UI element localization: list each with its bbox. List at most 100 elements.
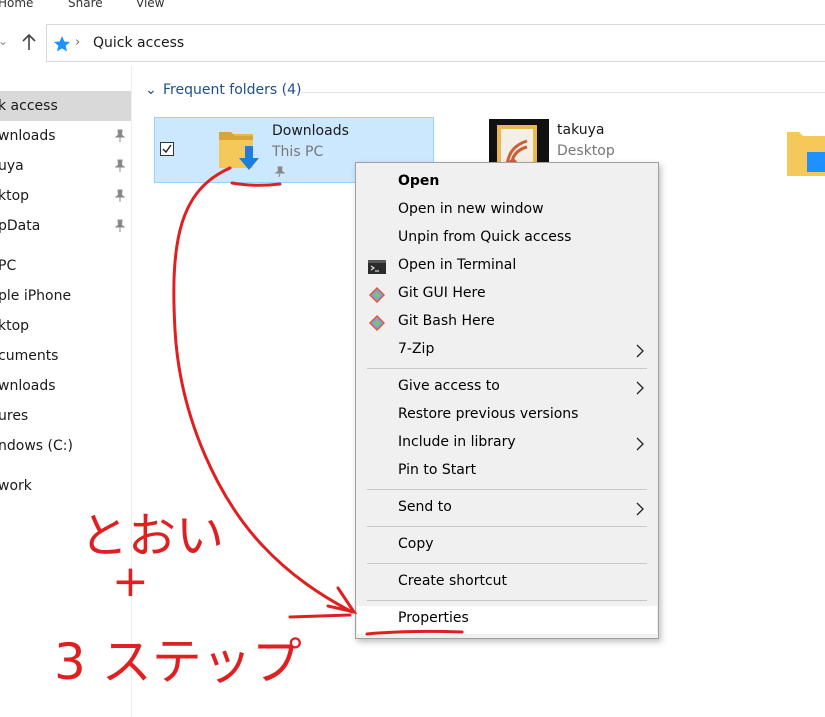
address-bar-row: ⌄ › Quick access (0, 22, 825, 66)
annotation-text-line2: + (112, 556, 149, 607)
sidebar-item-label: ktop (0, 318, 30, 334)
sidebar-item-label: pData (0, 218, 41, 234)
collapse-chevron-icon[interactable]: ⌄ (145, 82, 157, 98)
menu-item-label: Give access to (398, 378, 500, 394)
annotation-text-line1: とおい (80, 508, 225, 564)
menu-item-label: Properties (398, 610, 469, 626)
menu-item-label: Create shortcut (398, 573, 508, 589)
sidebar-item-windows-c[interactable]: ndows (C:) (0, 431, 131, 461)
menu-item-open[interactable]: Open (357, 169, 657, 197)
sidebar-item-label: PC (0, 258, 17, 274)
menu-separator (367, 526, 647, 527)
sidebar-item-documents[interactable]: cuments (0, 341, 131, 371)
recent-locations-chevron-icon[interactable]: ⌄ (0, 34, 8, 48)
sidebar-item-takuya[interactable]: uya (0, 151, 131, 181)
menu-separator (367, 368, 647, 369)
address-bar[interactable]: › Quick access (46, 24, 825, 62)
menu-item-label: Unpin from Quick access (398, 229, 572, 245)
menu-item-pin-to-start[interactable]: Pin to Start (357, 458, 657, 486)
pin-icon (114, 129, 126, 142)
tile-location: This PC (272, 144, 324, 160)
sidebar-item-label: ple iPhone (0, 288, 72, 304)
sidebar-item-label: wnloads (0, 378, 56, 394)
breadcrumb-separator-icon[interactable]: › (75, 35, 80, 50)
menu-item-label: Copy (398, 536, 434, 552)
folder-tile-partial[interactable] (781, 122, 825, 188)
sidebar-item-label: ndows (C:) (0, 438, 73, 454)
annotation-text-line3: 3 ステップ (54, 633, 302, 691)
sidebar-item-label: wnloads (0, 128, 56, 144)
tile-name: Downloads (272, 123, 349, 139)
menu-item-unpin-from-quick-access[interactable]: Unpin from Quick access (357, 225, 657, 253)
sidebar-item-label: ures (0, 408, 29, 424)
context-menu: Open Open in new window Unpin from Quick… (355, 162, 659, 639)
group-header-label: Frequent folders (4) (163, 82, 302, 98)
menu-item-label: Open (398, 173, 440, 189)
menu-item-restore-previous-versions[interactable]: Restore previous versions (357, 402, 657, 430)
checkmark-icon (162, 144, 172, 154)
submenu-arrow-icon (636, 502, 644, 516)
menu-separator (367, 563, 647, 564)
menu-item-label: Restore previous versions (398, 406, 579, 422)
menu-item-label: Git Bash Here (398, 313, 495, 329)
git-gui-icon (369, 287, 385, 303)
sidebar-item-desktop-pinned[interactable]: ktop (0, 181, 131, 211)
sidebar-item-desktop[interactable]: ktop (0, 311, 131, 341)
quick-access-star-icon (54, 36, 70, 52)
menu-item-label: Open in new window (398, 201, 544, 217)
downloads-folder-icon (219, 132, 259, 170)
menu-item-git-bash-here[interactable]: Git Bash Here (357, 309, 657, 337)
menu-item-include-in-library[interactable]: Include in library (357, 430, 657, 458)
menu-item-label: 7-Zip (398, 341, 435, 357)
pin-icon (114, 189, 126, 202)
tile-name: takuya (557, 122, 605, 138)
sidebar-item-appdata[interactable]: pData (0, 211, 131, 241)
menu-item-git-gui-here[interactable]: Git GUI Here (357, 281, 657, 309)
menu-item-label: Pin to Start (398, 462, 477, 478)
sidebar-item-apple-iphone[interactable]: ple iPhone (0, 281, 131, 311)
submenu-arrow-icon (636, 437, 644, 451)
sidebar-item-quick-access[interactable]: k access (0, 91, 131, 121)
pin-icon (114, 159, 126, 172)
menu-item-open-in-terminal[interactable]: Open in Terminal (357, 253, 657, 281)
breadcrumb-quick-access[interactable]: Quick access (93, 35, 184, 51)
pin-icon (275, 166, 286, 178)
selection-checkbox[interactable] (160, 142, 174, 156)
ribbon-tab-home[interactable]: Home (0, 0, 33, 10)
folder-icon (787, 132, 825, 176)
sidebar-item-downloads-pinned[interactable]: wnloads (0, 121, 131, 151)
menu-item-create-shortcut[interactable]: Create shortcut (357, 569, 657, 597)
menu-item-label: Include in library (398, 434, 516, 450)
ribbon-tab-view[interactable]: View (136, 0, 164, 10)
git-bash-icon (369, 315, 385, 331)
pin-icon (114, 219, 126, 232)
group-divider (301, 92, 825, 93)
sidebar-item-label: k access (0, 98, 58, 114)
menu-separator (367, 600, 647, 601)
ribbon-tabs: Home Share View (0, 0, 825, 14)
sidebar-item-label: cuments (0, 348, 59, 364)
ribbon-tab-share[interactable]: Share (68, 0, 103, 10)
terminal-icon (368, 260, 386, 274)
menu-item-label: Send to (398, 499, 452, 515)
menu-item-copy[interactable]: Copy (357, 532, 657, 560)
sidebar-item-pictures[interactable]: ures (0, 401, 131, 431)
menu-item-label: Open in Terminal (398, 257, 517, 273)
navigation-pane: k access wnloads uya ktop pData PC ple i… (0, 66, 132, 717)
submenu-arrow-icon (636, 381, 644, 395)
sidebar-item-downloads[interactable]: wnloads (0, 371, 131, 401)
up-arrow-icon[interactable] (20, 32, 38, 52)
menu-item-7-zip[interactable]: 7-Zip (357, 337, 657, 365)
sidebar-item-label: ktop (0, 188, 30, 204)
sidebar-item-label: uya (0, 158, 24, 174)
submenu-arrow-icon (636, 344, 644, 358)
tile-location: Desktop (557, 143, 615, 159)
sidebar-item-this-pc[interactable]: PC (0, 251, 131, 281)
menu-item-label: Git GUI Here (398, 285, 486, 301)
menu-item-give-access-to[interactable]: Give access to (357, 374, 657, 402)
menu-separator (367, 489, 647, 490)
menu-item-send-to[interactable]: Send to (357, 495, 657, 523)
menu-item-properties[interactable]: Properties (357, 606, 657, 634)
menu-item-open-in-new-window[interactable]: Open in new window (357, 197, 657, 225)
sidebar-item-label: work (0, 478, 32, 494)
